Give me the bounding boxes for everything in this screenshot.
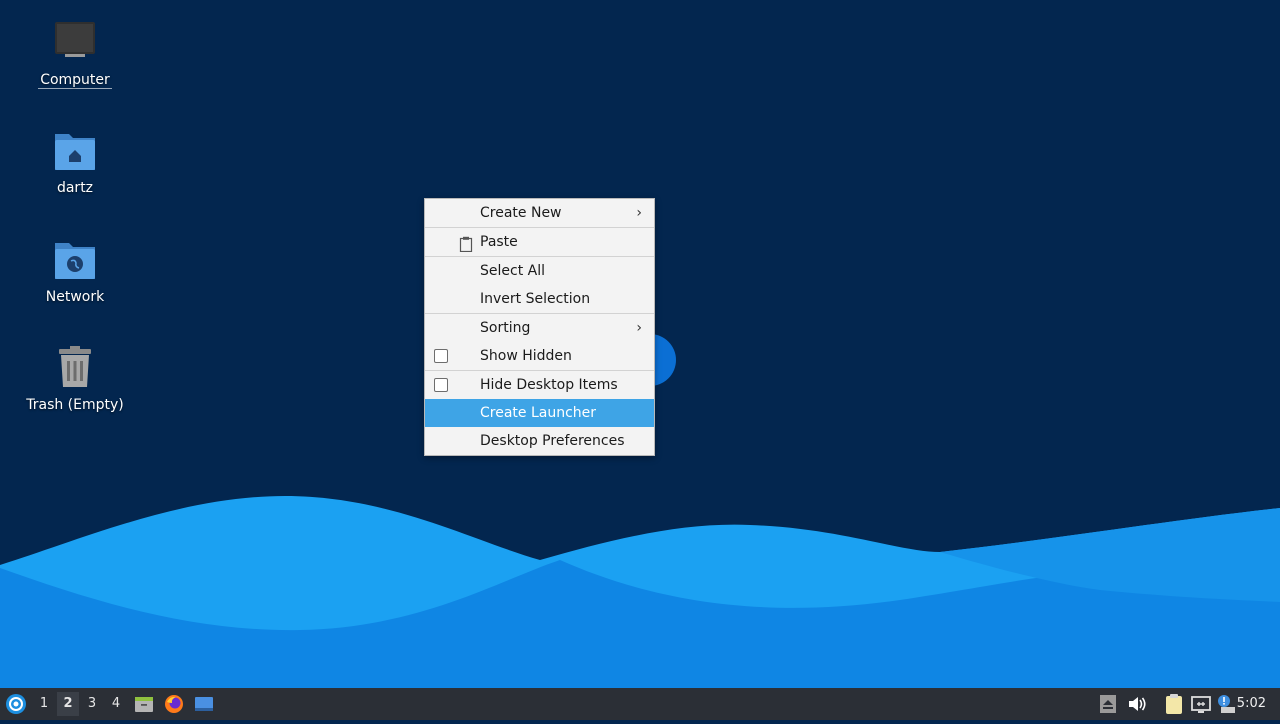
menu-item-label: Paste [480, 234, 518, 250]
menu-item-label: Create Launcher [480, 405, 597, 421]
desktop-context-menu: Create New › Paste Select All Invert Sel… [424, 198, 655, 456]
network-folder-icon [51, 237, 99, 285]
firefox-icon [165, 695, 183, 713]
menu-item-create-launcher[interactable]: Create Launcher [425, 399, 654, 427]
menu-item-label: Create New [480, 205, 562, 221]
menu-item-sorting[interactable]: Sorting › [425, 313, 654, 342]
clipboard-icon[interactable] [1163, 693, 1185, 715]
menu-item-label: Select All [480, 263, 545, 279]
checkbox-unchecked[interactable] [434, 349, 448, 363]
show-desktop-icon [195, 697, 213, 711]
home-folder-icon [51, 128, 99, 176]
start-menu-button[interactable] [4, 692, 28, 716]
file-manager-icon [135, 697, 153, 712]
workspace-3[interactable]: 3 [81, 692, 103, 716]
show-desktop-button[interactable] [193, 692, 215, 716]
chevron-right-icon: › [636, 320, 642, 336]
paste-icon [459, 234, 473, 253]
lubuntu-logo-icon [6, 694, 26, 714]
menu-item-label: Sorting [480, 320, 531, 336]
file-manager-launcher[interactable] [133, 692, 155, 716]
clock[interactable]: 5:02 [1237, 688, 1266, 720]
network-icon[interactable] [1190, 693, 1212, 715]
desktop-icon-network[interactable]: Network [0, 237, 150, 305]
menu-item-label: Show Hidden [480, 348, 572, 364]
menu-item-hide-desktop-items[interactable]: Hide Desktop Items [425, 370, 654, 399]
desktop-icon-label: Network [45, 289, 105, 305]
menu-item-label: Hide Desktop Items [480, 377, 618, 393]
checkbox-unchecked[interactable] [434, 378, 448, 392]
desktop-icon-label: Trash (Empty) [26, 397, 124, 413]
desktop-icon-computer[interactable]: Computer [0, 20, 150, 89]
desktop-icon-trash[interactable]: Trash (Empty) [0, 345, 150, 413]
trash-icon [51, 345, 99, 393]
chevron-right-icon: › [636, 205, 642, 221]
menu-item-invert-selection[interactable]: Invert Selection [425, 285, 654, 313]
menu-item-label: Desktop Preferences [480, 433, 625, 449]
menu-item-desktop-preferences[interactable]: Desktop Preferences [425, 427, 654, 455]
desktop-icon-label: Computer [38, 72, 112, 89]
eject-icon[interactable] [1097, 693, 1119, 715]
volume-icon[interactable] [1126, 693, 1148, 715]
menu-item-show-hidden[interactable]: Show Hidden [425, 342, 654, 370]
menu-item-select-all[interactable]: Select All [425, 256, 654, 285]
menu-item-create-new[interactable]: Create New › [425, 199, 654, 227]
firefox-launcher[interactable] [163, 692, 185, 716]
notification-icon[interactable] [1216, 693, 1238, 715]
workspace-1[interactable]: 1 [33, 692, 55, 716]
desktop-icon-label: dartz [56, 180, 94, 196]
workspace-4[interactable]: 4 [105, 692, 127, 716]
computer-icon [51, 20, 99, 68]
taskbar-panel: 1 2 3 4 5:02 [0, 688, 1280, 720]
menu-item-paste[interactable]: Paste [425, 227, 654, 256]
workspace-2[interactable]: 2 [57, 692, 79, 716]
desktop-icon-home[interactable]: dartz [0, 128, 150, 196]
menu-item-label: Invert Selection [480, 291, 591, 307]
